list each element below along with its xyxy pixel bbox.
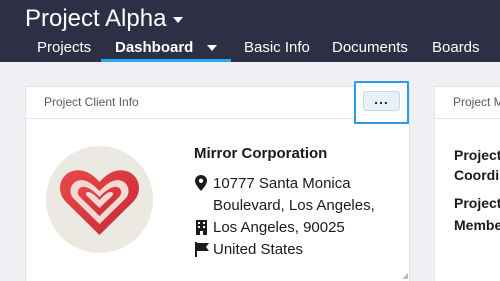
address-line2: Boulevard, Los Angeles, <box>213 197 375 214</box>
caret-down-icon <box>173 17 184 23</box>
address-line1: 10777 Santa Monica <box>213 175 351 192</box>
heart-logo-icon <box>60 170 139 235</box>
card2-text-line: Project <box>454 195 500 211</box>
project-switcher[interactable]: Project Alpha <box>25 5 184 33</box>
tab-basic-info[interactable]: Basic Info <box>244 37 310 62</box>
tab-label: Boards <box>432 39 480 56</box>
card-header: Project M <box>435 87 500 119</box>
chevron-down-icon[interactable] <box>207 45 218 52</box>
card-title: Project Client Info <box>44 95 139 109</box>
more-options-button[interactable]: ... <box>363 91 400 111</box>
tab-dashboard[interactable]: Dashboard <box>101 37 231 62</box>
card2-text-line: Project <box>454 147 500 163</box>
card-header: Project Client Info <box>26 87 409 119</box>
project-title: Project Alpha <box>25 5 167 32</box>
city-postal: Los Angeles, 90025 <box>213 219 345 236</box>
company-logo <box>46 146 153 253</box>
ellipsis-icon: ... <box>374 91 389 107</box>
country: United States <box>213 241 304 258</box>
tab-label: Dashboard <box>115 39 194 56</box>
resize-handle-icon[interactable] <box>402 273 408 279</box>
card-menu-focus-ring[interactable]: ... <box>354 81 409 124</box>
tab-boards[interactable]: Boards <box>432 37 480 62</box>
card2-text-line: Membe <box>454 217 500 233</box>
card2-text-line: Coordin <box>454 167 500 183</box>
flag-icon <box>195 242 209 257</box>
tab-label: Projects <box>37 39 92 56</box>
tab-label: Documents <box>332 39 408 56</box>
map-marker-icon <box>195 175 207 191</box>
company-name: Mirror Corporation <box>194 145 328 162</box>
tab-documents[interactable]: Documents <box>332 37 408 62</box>
card-title: Project M <box>453 95 500 109</box>
top-navbar: Project Alpha Projects Dashboard Basic I… <box>0 0 500 62</box>
project-members-card: Project M Project Coordin Project Membe <box>435 87 500 281</box>
tab-label: Basic Info <box>244 39 310 56</box>
tab-projects[interactable]: Projects <box>37 37 91 62</box>
building-icon <box>196 220 207 235</box>
